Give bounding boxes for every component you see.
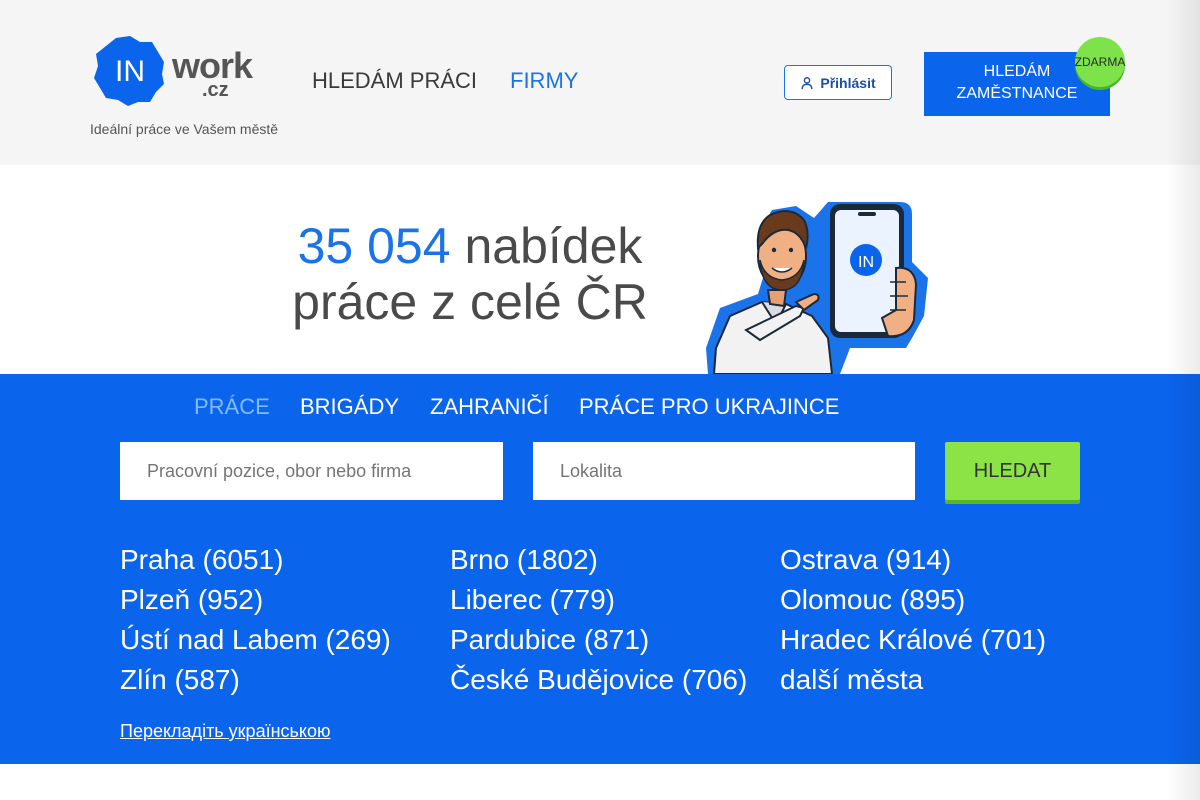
- city-link[interactable]: Liberec (779): [450, 586, 615, 614]
- hero-title-rest: nabídek: [464, 218, 643, 274]
- nav-find-job[interactable]: HLEDÁM PRÁCI: [312, 70, 477, 92]
- more-cities-link[interactable]: další města: [780, 666, 923, 694]
- site-header: IN work .cz Ideální práce ve Vašem městě…: [0, 0, 1200, 165]
- site-tagline: Ideální práce ve Vašem městě: [90, 121, 279, 137]
- translate-ukrainian-link[interactable]: Перекладіть українською: [120, 721, 331, 742]
- city-link[interactable]: Olomouc (895): [780, 586, 965, 614]
- job-offer-count: 35 054: [297, 218, 451, 274]
- phone-badge-text: IN: [858, 254, 874, 271]
- city-link[interactable]: Ústí nad Labem (269): [120, 626, 391, 654]
- mascot-illustration: IN: [706, 202, 928, 374]
- hero-title-line2: práce z celé ČR: [292, 274, 648, 330]
- city-link[interactable]: Praha (6051): [120, 546, 283, 574]
- tab-jobs[interactable]: PRÁCE: [194, 396, 270, 418]
- logo-domain: .cz: [202, 79, 229, 101]
- position-search-input[interactable]: [120, 442, 503, 500]
- search-button[interactable]: HLEDAT: [945, 442, 1080, 500]
- city-link[interactable]: Ostrava (914): [780, 546, 951, 574]
- city-link[interactable]: Zlín (587): [120, 666, 240, 694]
- city-link[interactable]: Plzeň (952): [120, 586, 263, 614]
- city-link[interactable]: Hradec Králové (701): [780, 626, 1046, 654]
- logo-badge-text: IN: [115, 55, 145, 88]
- nav-companies[interactable]: FIRMY: [510, 70, 578, 92]
- inwork-badge-icon: IN: [94, 36, 164, 106]
- city-link[interactable]: Pardubice (871): [450, 626, 649, 654]
- hero-title: 35 054 nabídek práce z celé ČR: [280, 218, 660, 330]
- free-badge: ZDARMA: [1075, 37, 1125, 87]
- find-employees-line2: ZAMĚSTNANCE: [956, 85, 1078, 102]
- city-link[interactable]: Brno (1802): [450, 546, 598, 574]
- site-logo[interactable]: IN work .cz: [94, 34, 253, 106]
- tab-brigades[interactable]: BRIGÁDY: [300, 396, 399, 418]
- login-button[interactable]: Přihlásit: [784, 65, 892, 100]
- location-input[interactable]: [533, 442, 915, 500]
- login-label: Přihlásit: [820, 74, 876, 91]
- city-link[interactable]: České Budějovice (706): [450, 666, 747, 694]
- tab-jobs-for-ukrainians[interactable]: PRÁCE PRO UKRAJINCE: [579, 396, 839, 418]
- tab-abroad[interactable]: ZAHRANIČÍ: [430, 396, 549, 418]
- user-icon: [801, 76, 813, 89]
